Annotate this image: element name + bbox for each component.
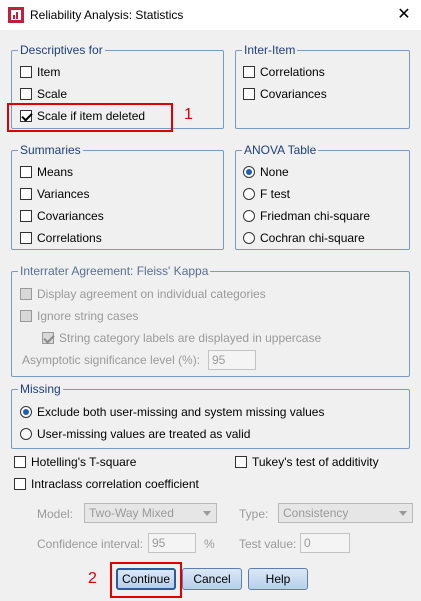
display-agreement-checkbox[interactable]: Display agreement on individual categori… — [20, 285, 266, 303]
radio-button[interactable] — [243, 232, 255, 244]
help-button[interactable]: Help — [248, 568, 308, 590]
annotation-marker-2: 2 — [88, 570, 97, 587]
checkbox-box[interactable] — [20, 166, 32, 178]
hotelling-checkbox[interactable]: Hotelling's T-square — [14, 453, 136, 471]
chevron-down-icon — [399, 511, 407, 516]
scale-checkbox[interactable]: Scale — [20, 85, 67, 103]
uppercase-checkbox[interactable]: String category labels are displayed in … — [42, 329, 321, 347]
confidence-interval-input[interactable]: 95 — [148, 533, 196, 553]
checkbox-box[interactable] — [20, 66, 32, 78]
checkbox-box[interactable] — [20, 88, 32, 100]
anova-f-test-label: F test — [260, 187, 291, 201]
summary-covariances-checkbox[interactable]: Covariances — [20, 207, 104, 225]
scale-label: Scale — [37, 87, 68, 101]
test-value-input[interactable]: 0 — [300, 533, 350, 553]
variances-checkbox[interactable]: Variances — [20, 185, 89, 203]
missing-legend: Missing — [18, 382, 63, 396]
inter-correlations-checkbox[interactable]: Correlations — [243, 63, 325, 81]
model-select[interactable]: Two-Way Mixed — [84, 503, 217, 523]
asymptotic-label: Asymptotic significance level (%): — [22, 353, 201, 367]
anova-f-test-radio[interactable]: F test — [243, 185, 290, 203]
intraclass-checkbox[interactable]: Intraclass correlation coefficient — [14, 475, 199, 493]
hotelling-label: Hotelling's T-square — [31, 455, 137, 469]
asymptotic-input[interactable]: 95 — [208, 350, 256, 370]
checkbox-box[interactable] — [20, 210, 32, 222]
tukey-checkbox[interactable]: Tukey's test of additivity — [235, 453, 379, 471]
variances-label: Variances — [37, 187, 90, 201]
radio-selected[interactable] — [20, 406, 32, 418]
confidence-interval-label: Confidence interval: — [37, 537, 144, 551]
checkbox-box[interactable] — [14, 478, 26, 490]
type-select[interactable]: Consistency — [278, 503, 413, 523]
descriptives-legend: Descriptives for — [18, 43, 105, 57]
exclude-missing-label: Exclude both user-missing and system mis… — [37, 405, 325, 419]
means-checkbox[interactable]: Means — [20, 163, 73, 181]
summary-covariances-label: Covariances — [37, 209, 104, 223]
radio-button[interactable] — [20, 428, 32, 440]
chevron-down-icon — [203, 511, 211, 516]
treat-valid-radio[interactable]: User-missing values are treated as valid — [20, 425, 250, 443]
item-checkbox[interactable]: Item — [20, 63, 60, 81]
display-agreement-label: Display agreement on individual categori… — [37, 287, 266, 301]
checkbox-box[interactable] — [20, 232, 32, 244]
tukey-label: Tukey's test of additivity — [252, 455, 379, 469]
summary-correlations-label: Correlations — [37, 231, 102, 245]
radio-button[interactable] — [243, 210, 255, 222]
intraclass-label: Intraclass correlation coefficient — [31, 477, 199, 491]
annotation-highlight-1 — [7, 103, 173, 132]
uppercase-label: String category labels are displayed in … — [59, 331, 322, 345]
checkbox-box[interactable] — [14, 456, 26, 468]
inter-covariances-label: Covariances — [260, 87, 327, 101]
test-value-label: Test value: — [239, 537, 297, 551]
percent-unit: % — [204, 537, 215, 551]
checkbox-box[interactable] — [20, 188, 32, 200]
annotation-marker-1: 1 — [184, 106, 193, 123]
item-label: Item — [37, 65, 61, 79]
anova-cochran-label: Cochran chi-square — [260, 231, 365, 245]
spss-app-icon — [8, 7, 24, 23]
anova-cochran-radio[interactable]: Cochran chi-square — [243, 229, 365, 247]
inter-item-legend: Inter-Item — [242, 43, 298, 57]
window-title: Reliability Analysis: Statistics — [30, 8, 184, 22]
model-value: Two-Way Mixed — [89, 506, 174, 520]
anova-friedman-label: Friedman chi-square — [260, 209, 371, 223]
interrater-legend: Interrater Agreement: Fleiss' Kappa — [18, 264, 211, 278]
close-icon[interactable]: ✕ — [392, 4, 416, 26]
title-bar: Reliability Analysis: Statistics ✕ — [0, 0, 421, 30]
checkbox-box-disabled[interactable] — [20, 288, 32, 300]
radio-button[interactable] — [243, 188, 255, 200]
radio-selected[interactable] — [243, 166, 255, 178]
ignore-case-label: Ignore string cases — [37, 309, 139, 323]
inter-covariances-checkbox[interactable]: Covariances — [243, 85, 327, 103]
checkbox-box-disabled[interactable] — [20, 310, 32, 322]
annotation-highlight-2 — [110, 562, 182, 598]
anova-none-radio[interactable]: None — [243, 163, 289, 181]
means-label: Means — [37, 165, 74, 179]
cancel-button[interactable]: Cancel — [182, 568, 242, 590]
treat-valid-label: User-missing values are treated as valid — [37, 427, 251, 441]
ignore-case-checkbox[interactable]: Ignore string cases — [20, 307, 138, 325]
summaries-legend: Summaries — [18, 143, 83, 157]
type-value: Consistency — [283, 506, 349, 520]
model-label: Model: — [37, 507, 74, 521]
checkbox-box[interactable] — [243, 66, 255, 78]
inter-correlations-label: Correlations — [260, 65, 325, 79]
anova-legend: ANOVA Table — [242, 143, 319, 157]
anova-friedman-radio[interactable]: Friedman chi-square — [243, 207, 370, 225]
anova-none-label: None — [260, 165, 289, 179]
exclude-missing-radio[interactable]: Exclude both user-missing and system mis… — [20, 403, 324, 421]
type-label: Type: — [239, 507, 269, 521]
checkbox-box-disabled-checked[interactable] — [42, 332, 54, 344]
summary-correlations-checkbox[interactable]: Correlations — [20, 229, 102, 247]
checkbox-box[interactable] — [243, 88, 255, 100]
checkbox-box[interactable] — [235, 456, 247, 468]
